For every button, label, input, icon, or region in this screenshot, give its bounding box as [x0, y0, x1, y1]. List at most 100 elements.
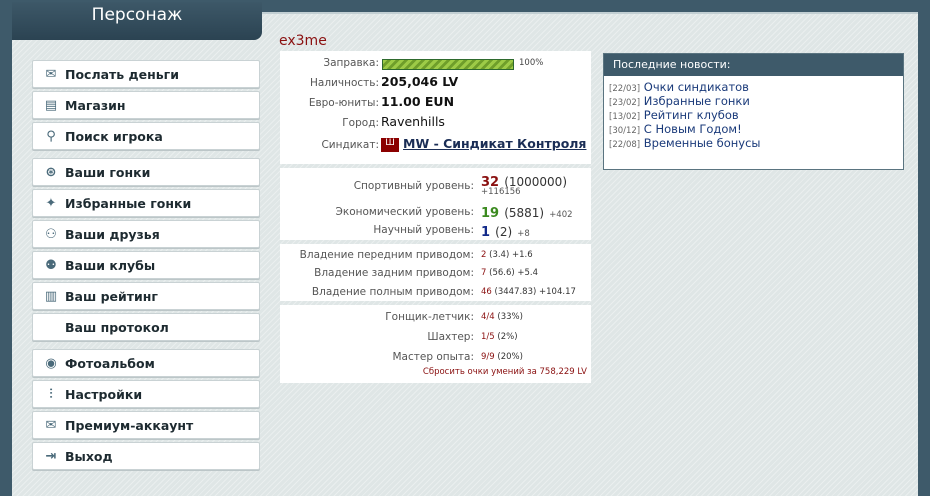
clubs-button[interactable]: ⚉ Ваши клубы: [32, 251, 260, 279]
favorite-races-button[interactable]: ✦ Избранные гонки: [32, 189, 260, 217]
player-name: ex3me: [279, 33, 327, 49]
news-item: [13/02] Рейтинг клубов: [609, 108, 903, 122]
main-frame: Персонаж ✉ Послать деньги ▤ Магазин ⚲ Поиск…: [12, 2, 918, 496]
pilot-skill-label: Гонщик-летчик:: [385, 311, 474, 323]
cash-label: Наличность:: [310, 77, 379, 89]
fuel-label: Заправка:: [323, 57, 379, 69]
rating-button[interactable]: ▥ Ваш рейтинг: [32, 282, 260, 310]
menu-label: Выход: [65, 448, 113, 464]
camera-icon: ◉: [45, 355, 57, 371]
front-drive-gain: +1.6: [511, 250, 533, 260]
photo-album-button[interactable]: ◉ Фотоальбом: [32, 349, 260, 377]
menu-label: Фотоальбом: [65, 355, 155, 371]
rear-drive-points: (56.6): [489, 268, 515, 278]
menu-label: Настройки: [65, 386, 143, 402]
logout-button[interactable]: ⇥ Выход: [32, 442, 260, 470]
news-date: [22/08]: [609, 140, 641, 150]
pilot-skill-pct: (33%): [497, 312, 523, 322]
menu-label: Ваш рейтинг: [65, 288, 158, 304]
news-link[interactable]: Временные бонусы: [644, 136, 761, 150]
shop-icon: ▤: [44, 97, 58, 113]
sci-level: 1: [481, 225, 491, 240]
exit-icon: ⇥: [45, 448, 57, 464]
send-money-button[interactable]: ✉ Послать деньги: [32, 60, 260, 88]
fuel-bar: [382, 59, 514, 70]
settings-button[interactable]: ⫶ Настройки: [32, 380, 260, 408]
news-item: [22/03] Очки синдикатов: [609, 80, 903, 94]
econ-gain: +402: [549, 210, 573, 220]
news-list: [22/03] Очки синдикатов [23/02] Избранны…: [604, 76, 903, 150]
full-drive-label: Владение полным приводом:: [311, 286, 474, 298]
sci-level-label: Научный уровень:: [373, 224, 474, 236]
news-title: Последние новости:: [604, 54, 903, 76]
protocol-button[interactable]: Ваш протокол: [32, 313, 260, 341]
drives-panel: Владение передним приводом: 2 (3.4) +1.6…: [280, 244, 591, 301]
euro-label: Евро-юниты:: [308, 97, 379, 109]
sport-level-label: Спортивный уровень:: [353, 180, 474, 192]
miner-skill-label: Шахтер:: [427, 331, 474, 343]
clubs-icon: ⚉: [45, 257, 57, 273]
rating-icon: ▥: [44, 288, 58, 304]
reset-skills-link[interactable]: Сбросить очки умений за 758,229 LV: [423, 367, 587, 377]
rear-drive-level: 7: [481, 268, 487, 278]
menu-label: Поиск игрока: [65, 128, 163, 144]
full-drive-points: (3447.83): [494, 287, 537, 297]
news-link[interactable]: Рейтинг клубов: [644, 108, 739, 122]
premium-icon: ✉: [45, 417, 57, 433]
fuel-percent: 100%: [519, 58, 544, 68]
menu-group-3: ◉ Фотоальбом ⫶ Настройки ✉ Премиум-аккаунт …: [32, 349, 260, 470]
menu-label: Ваши гонки: [65, 164, 151, 180]
city-value: Ravenhills: [381, 114, 445, 129]
full-drive-gain: +104.17: [539, 287, 576, 297]
menu-label: Послать деньги: [65, 66, 179, 82]
front-drive-level: 2: [481, 250, 487, 260]
rear-drive-gain: +5.4: [517, 268, 539, 278]
steering-wheel-icon: ⊛: [45, 164, 57, 180]
menu-group-1: ✉ Послать деньги ▤ Магазин ⚲ Поиск игрока: [32, 60, 260, 150]
econ-level: 19: [481, 206, 500, 221]
shop-button[interactable]: ▤ Магазин: [32, 91, 260, 119]
menu-label: Магазин: [65, 97, 126, 113]
stats-panel: Заправка: 100% Наличность: 205,046 LV Ев…: [280, 51, 591, 164]
search-player-button[interactable]: ⚲ Поиск игрока: [32, 122, 260, 150]
miner-skill-pct: (2%): [497, 332, 518, 342]
premium-button[interactable]: ✉ Премиум-аккаунт: [32, 411, 260, 439]
sidebar: ✉ Послать деньги ▤ Магазин ⚲ Поиск игрока ⊛…: [32, 60, 260, 478]
euro-value: 11.00 EUN: [381, 94, 455, 109]
news-panel: Последние новости: [22/03] Очки синдикат…: [603, 53, 904, 170]
news-item: [30/12] С Новым Годом!: [609, 122, 903, 136]
master-skill-value: 9/9: [481, 352, 495, 362]
news-item: [23/02] Избранные гонки: [609, 94, 903, 108]
levels-panel: Спортивный уровень: 32 (1000000) +116156…: [280, 168, 591, 240]
menu-label: Ваши друзья: [65, 226, 160, 242]
econ-level-label: Экономический уровень:: [335, 206, 474, 218]
star-icon: ✦: [45, 195, 57, 211]
front-drive-label: Владение передним приводом:: [299, 249, 474, 261]
sport-gain: +116156: [481, 187, 521, 197]
news-date: [30/12]: [609, 126, 641, 136]
your-races-button[interactable]: ⊛ Ваши гонки: [32, 158, 260, 186]
page-title: Персонаж: [12, 2, 262, 40]
skills-panel: Гонщик-летчик: 4/4 (33%) Шахтер: 1/5 (2%…: [280, 305, 591, 383]
miner-skill-value: 1/5: [481, 332, 495, 342]
pilot-skill-value: 4/4: [481, 312, 495, 322]
friends-icon: ⚇: [45, 226, 57, 242]
syndicate-label: Синдикат:: [321, 139, 379, 151]
menu-group-2: ⊛ Ваши гонки ✦ Избранные гонки ⚇ Ваши друзь…: [32, 158, 260, 341]
news-link[interactable]: Очки синдикатов: [644, 80, 749, 94]
friends-button[interactable]: ⚇ Ваши друзья: [32, 220, 260, 248]
news-link[interactable]: С Новым Годом!: [644, 122, 742, 136]
menu-label: Избранные гонки: [65, 195, 192, 211]
money-icon: ✉: [45, 66, 57, 82]
news-date: [22/03]: [609, 84, 641, 94]
syndicate-flag-icon: Ш: [381, 137, 399, 152]
master-skill-label: Мастер опыта:: [392, 351, 474, 363]
cash-value: 205,046 LV: [381, 74, 459, 89]
menu-label: Ваш протокол: [65, 319, 169, 335]
news-link[interactable]: Избранные гонки: [644, 94, 750, 108]
syndicate-link[interactable]: MW - Синдикат Контроля: [403, 136, 586, 151]
news-date: [13/02]: [609, 112, 641, 122]
news-item: [22/08] Временные бонусы: [609, 136, 903, 150]
settings-icon: ⫶: [49, 386, 53, 402]
rear-drive-label: Владение задним приводом:: [314, 267, 474, 279]
